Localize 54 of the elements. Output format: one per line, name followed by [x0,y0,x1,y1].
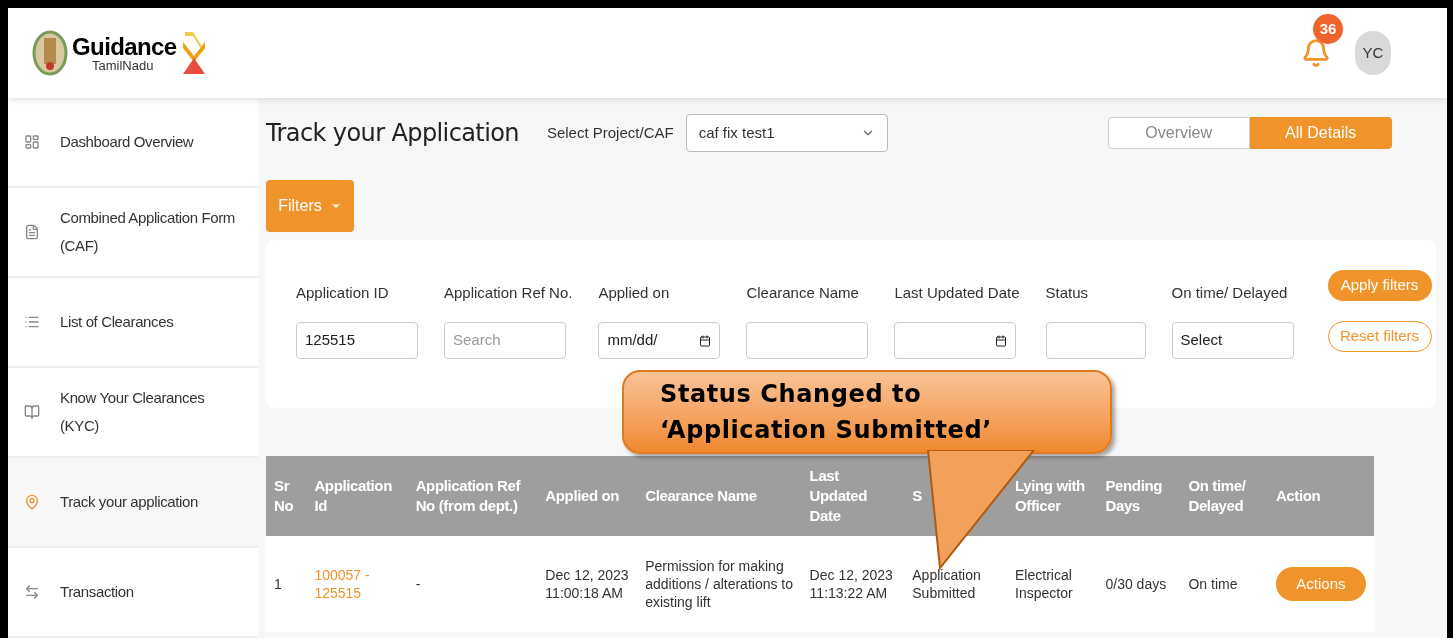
table-cell: Application Submitted [904,536,1008,632]
column-header: Last Updated Date [801,456,905,536]
calendar-icon [995,334,1008,347]
list-icon [24,314,40,330]
location-pin-icon [24,494,40,510]
book-icon [24,404,40,420]
table-cell: - [407,536,538,632]
column-header: Clearance Name [637,456,802,536]
calendar-icon [699,334,712,347]
filter-label: Application Ref No. [444,283,573,302]
column-header: On time/ Delayed [1180,456,1268,536]
column-header: Action [1267,456,1374,536]
filter-field[interactable] [746,322,869,359]
filter-field[interactable]: 125515 [296,322,418,359]
document-icon [24,224,40,240]
user-avatar[interactable]: YC [1355,31,1391,75]
column-header: Application Id [306,456,408,536]
logo-mark-icon [180,30,207,76]
filter-field[interactable]: mm/dd/ [598,322,721,359]
filter-label: Application ID [296,283,390,302]
filter-field[interactable] [1045,322,1146,359]
view-tab[interactable]: Overview [1107,117,1250,149]
logo-text: Guidance [72,34,177,59]
table-cell: 1 [266,536,307,632]
table-cell: 0/30 days [1097,536,1181,632]
filter-field[interactable] [894,322,1017,359]
table-cell: Permission for making additions / alterations to existing lift [637,536,802,632]
table-cell: On time [1180,536,1268,632]
filter-label: Applied on [598,283,671,302]
column-header: Application Ref No (from dept.) [407,456,538,536]
filter-label: Last Updated Date [894,283,1020,302]
project-select[interactable]: caf fix test1 [685,114,888,152]
notification-bell-icon[interactable] [1301,38,1331,68]
table-cell: Dec 12, 2023 11:13:22 AM [801,536,905,632]
column-header: Applied on [537,456,638,536]
filter-label: Status [1045,283,1090,302]
sidebar-item[interactable]: Track your application [8,458,258,548]
column-header: S [904,456,1008,536]
filter-label: On time/ Delayed [1171,283,1289,302]
filter-label: Clearance Name [746,283,860,302]
filter-field[interactable]: Select [1171,322,1294,359]
notification-count-badge: 36 [1313,14,1343,44]
page-title: Track your Application [266,118,519,149]
logo-subtext: TamilNadu [91,58,155,72]
column-header: Sr No [266,456,307,536]
project-label: Select Project/CAF [546,122,674,143]
emblem-icon [32,30,68,76]
callout: Status Changed to ‘Application Submitted’ [622,370,1112,454]
table-cell: Dec 12, 2023 11:00:18 AM [537,536,638,632]
transfer-icon [24,584,40,600]
column-header: Pending Days [1097,456,1181,536]
table-cell: Electrical Inspector [1007,536,1098,632]
dashboard-icon [24,134,40,150]
column-header: Lying with Officer [1007,456,1098,536]
